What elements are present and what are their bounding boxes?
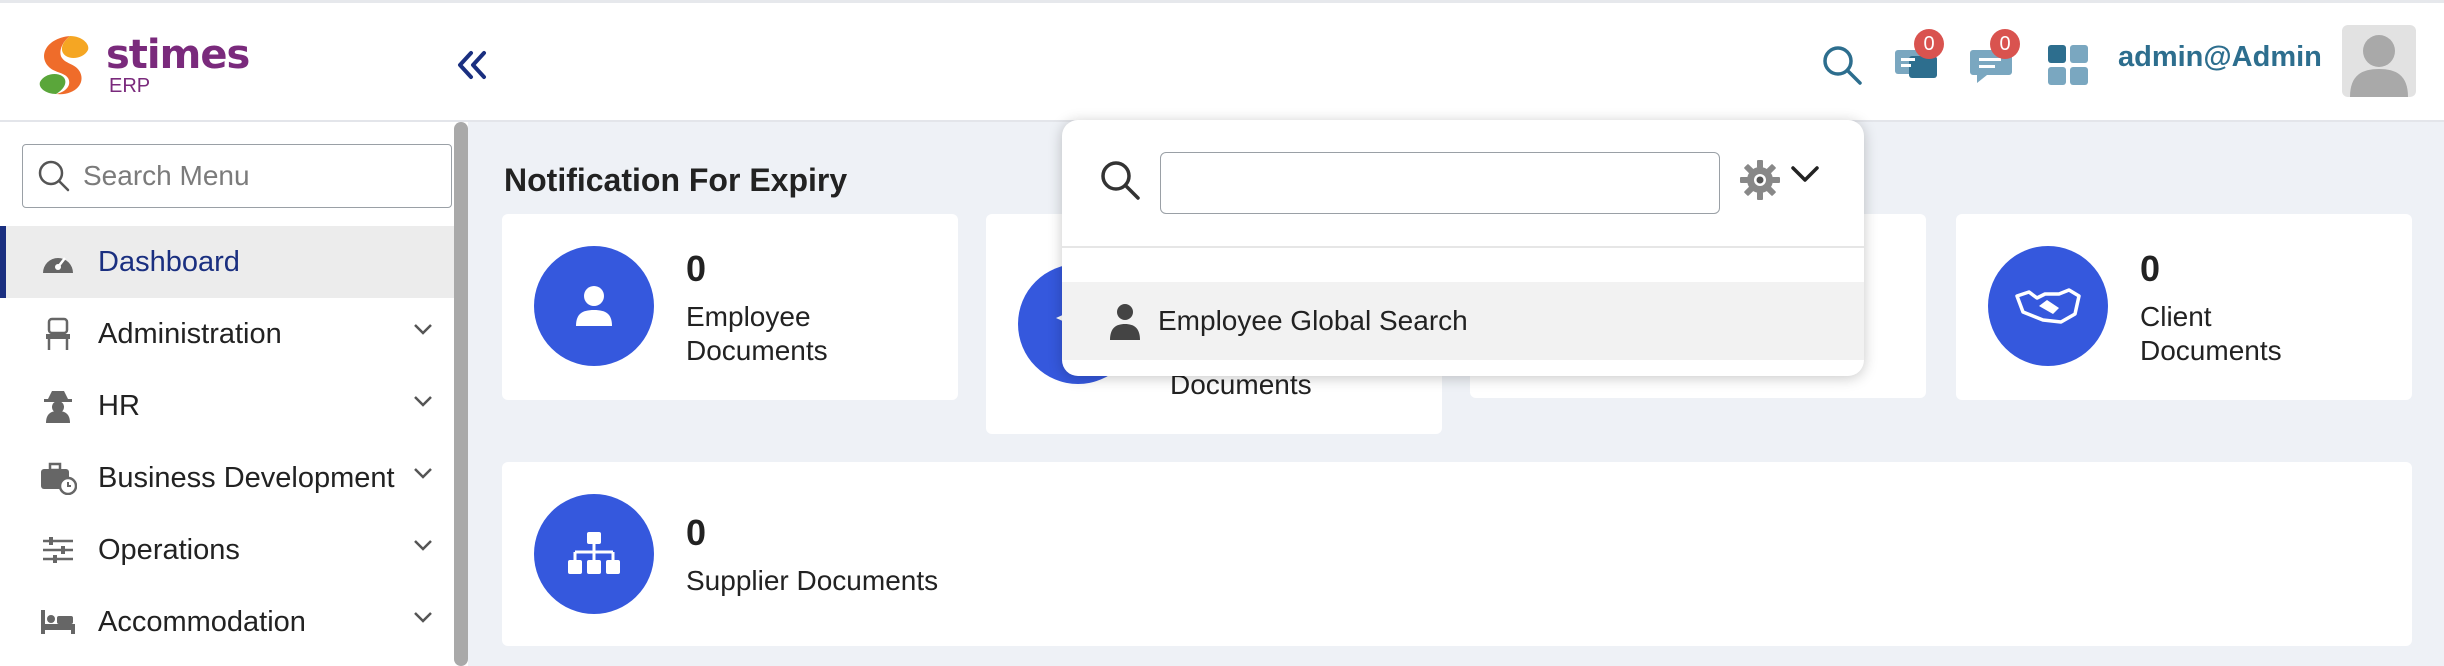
avatar-icon [2350,35,2408,97]
top-bar: stimes ERP 0 0 admin@Admin [0,0,2444,122]
search-icon [38,160,70,192]
chevron-down-icon [414,612,432,623]
header-search-button[interactable] [1814,37,1870,93]
sidebar-item-label: Accommodation [98,605,306,638]
page-title: Notification For Expiry [504,162,848,198]
logo-mark-icon [39,36,89,95]
chair-icon [38,314,78,354]
messages-badge: 0 [1990,29,2020,59]
notification-badge: 0 [1914,29,1944,59]
sidebar-item-administration[interactable]: Administration [0,298,454,370]
card-label: Documents [2140,335,2282,366]
search-icon [1823,46,1862,85]
chevron-down-icon[interactable] [1790,164,1820,184]
gear-icon[interactable] [1738,158,1782,202]
user-icon [534,246,654,366]
sidebar-item-label: Operations [98,533,240,566]
sliders-icon [38,530,78,570]
avatar[interactable] [2342,25,2416,97]
sidebar: Dashboard Administration HR Business Dev… [0,122,468,666]
user-menu[interactable]: admin@Admin [2118,41,2322,74]
search-menu-input[interactable] [83,160,443,192]
card-label: Employee [686,301,811,332]
search-result-label: Employee Global Search [1158,305,1468,336]
spy-icon [38,386,78,426]
org-chart-icon [534,494,654,614]
chevron-down-icon [414,540,432,551]
card-label: Documents [686,335,828,366]
briefcase-clock-icon [38,458,78,498]
divider [1062,246,1864,248]
logo[interactable]: stimes ERP [30,31,250,99]
sidebar-item-label: Business Development [98,461,395,494]
double-chevron-left-icon [458,51,486,79]
sidebar-item-dashboard[interactable]: Dashboard [0,226,454,298]
apps-button[interactable] [2040,37,2096,93]
logo-text: stimes ERP [106,31,250,97]
sidebar-item-accommodation[interactable]: Accommodation [0,586,454,658]
messages-button[interactable]: 0 [1964,29,2020,93]
chevron-down-icon [414,396,432,407]
card-label: Supplier Documents [686,565,939,596]
person-icon [1110,304,1140,340]
card-count: 0 [686,512,707,553]
handshake-icon [1988,246,2108,366]
card-count: 0 [2140,248,2161,289]
sidebar-item-label: Dashboard [98,245,240,278]
dashboard-icon [38,242,78,282]
card-count: 0 [686,248,707,289]
sidebar-item-label: HR [98,389,140,422]
sidebar-scrollbar[interactable] [454,122,468,666]
card-label: Client [2140,301,2212,332]
brand-name: stimes [106,31,250,78]
apps-icon [2048,45,2088,85]
employee-documents-card[interactable]: 0 Employee Documents [502,214,958,400]
sidebar-item-label: Administration [98,317,282,350]
search-menu-field[interactable] [22,144,452,208]
chevron-down-icon [414,324,432,335]
global-search-input[interactable] [1160,152,1720,214]
global-search-dropdown: Employee Global Search [1062,120,1864,376]
chevron-down-icon [414,468,432,479]
collapse-sidebar-button[interactable] [450,43,494,87]
supplier-documents-card[interactable]: 0 Supplier Documents [502,462,2412,646]
search-result-item[interactable]: Employee Global Search [1062,282,1864,360]
sidebar-item-operations[interactable]: Operations [0,514,454,586]
client-documents-card[interactable]: 0 Client Documents [1956,214,2412,400]
bed-icon [38,602,78,642]
search-icon [1101,161,1140,200]
brand-sub: ERP [109,74,151,97]
sidebar-item-hr[interactable]: HR [0,370,454,442]
sidebar-item-business-development[interactable]: Business Development [0,442,454,514]
notifications-button[interactable]: 0 [1888,29,1944,93]
